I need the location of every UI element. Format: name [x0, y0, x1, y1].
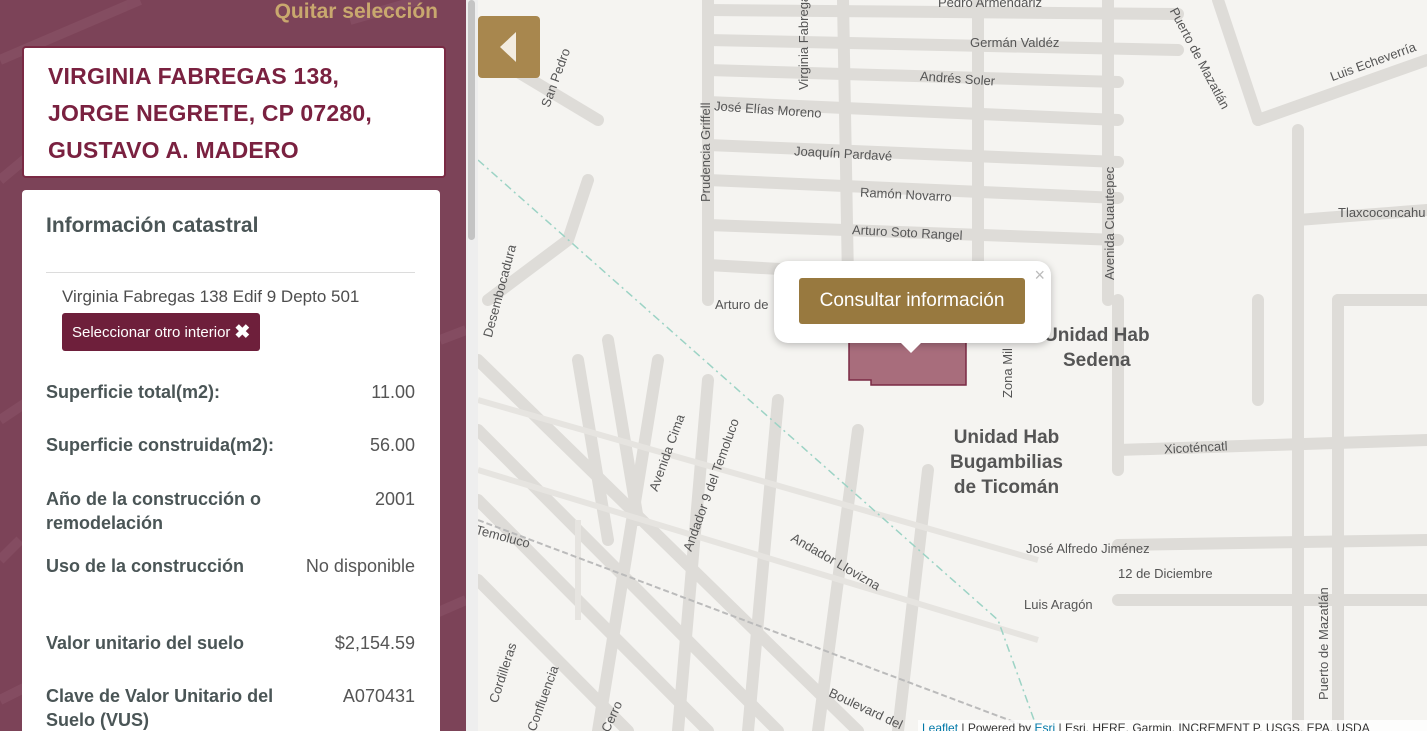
info-row-label: Clave de Valor Unitario del Suelo (VUS) [46, 686, 274, 730]
info-row-label: Superficie total(m2): [46, 382, 221, 402]
map-view[interactable]: Pedro Armendáriz Germán Valdéz Andrés So… [478, 0, 1427, 731]
popup-tip [899, 341, 923, 353]
map-streets [478, 0, 1427, 731]
cadastral-info-title: Información catastral [46, 214, 259, 237]
street-label: Tlaxcoconcahu [1338, 205, 1426, 220]
map-popup: × Consultar información [774, 261, 1051, 343]
map-attribution: Leaflet | Powered by Esri | Esri, HERE, … [918, 720, 1427, 731]
street-label: 12 de Diciembre [1118, 566, 1213, 581]
remove-selection-link[interactable]: Quitar selección [275, 0, 438, 24]
attribution-text: | Esri, HERE, Garmin, INCREMENT P, USGS,… [1055, 721, 1370, 731]
street-label: José Alfredo Jiménez [1026, 541, 1150, 556]
info-row-value: 11.00 [371, 382, 415, 402]
close-icon: ✖ [234, 321, 251, 343]
address-card: VIRGINIA FABREGAS 138, JORGE NEGRETE, CP… [22, 46, 446, 178]
street-label: Pedro Armendáriz [938, 0, 1043, 10]
info-row-value: 2001 [374, 489, 415, 509]
info-row-value: 56.00 [369, 435, 415, 455]
street-label: Arturo de [715, 297, 769, 312]
attribution-text: | Powered by [958, 721, 1035, 731]
address-line: JORGE NEGRETE, CP 07280, [48, 100, 372, 126]
street-label: Virginia Fabregas [796, 0, 811, 90]
panel-scrollbar[interactable] [466, 0, 478, 731]
leaflet-link[interactable]: Leaflet [922, 721, 958, 731]
scrollbar-thumb[interactable] [468, 0, 475, 240]
street-label: Avenida Cuautepec [1102, 166, 1117, 280]
info-row-label: Año de la construcción o remodelación [46, 489, 262, 533]
street-label: Prudencia Griffell [698, 102, 713, 202]
interior-description: Virginia Fabregas 138 Edif 9 Depto 501 [62, 287, 360, 306]
address-line: GUSTAVO A. MADERO [48, 137, 299, 163]
esri-link[interactable]: Esri [1035, 721, 1056, 731]
info-row-value: No disponible [305, 556, 415, 576]
zone-label: Unidad Hab Bugambilias de Ticomán [950, 427, 1063, 498]
select-other-interior-label: Seleccionar otro interior [72, 323, 231, 341]
street-label: Germán Valdéz [970, 35, 1060, 50]
info-row-label: Uso de la construcción [46, 556, 245, 576]
zone-label: Unidad Hab Sedena [1044, 325, 1150, 371]
cadastral-info-card: Información catastral Virginia Fabregas … [22, 190, 440, 731]
select-other-interior-button[interactable]: Seleccionar otro interior ✖ [62, 313, 261, 351]
consult-info-button[interactable]: Consultar información [799, 278, 1025, 324]
street-label: Luis Aragón [1024, 597, 1093, 612]
close-icon[interactable]: × [1034, 265, 1045, 286]
street-label: Zona Mil [1000, 348, 1015, 398]
info-row-label: Superficie construida(m2): [46, 435, 275, 455]
collapse-panel-button[interactable] [478, 16, 540, 78]
caret-left-icon [500, 32, 516, 62]
info-row-value: $2,154.59 [334, 633, 415, 653]
street-label: Puerto de Mazatlán [1316, 587, 1331, 700]
divider [46, 272, 415, 273]
address-line: VIRGINIA FABREGAS 138, [48, 63, 340, 89]
info-panel: Quitar selección VIRGINIA FABREGAS 138, … [0, 0, 466, 731]
info-row-value: A070431 [342, 686, 415, 706]
info-row-label: Valor unitario del suelo [46, 633, 245, 653]
